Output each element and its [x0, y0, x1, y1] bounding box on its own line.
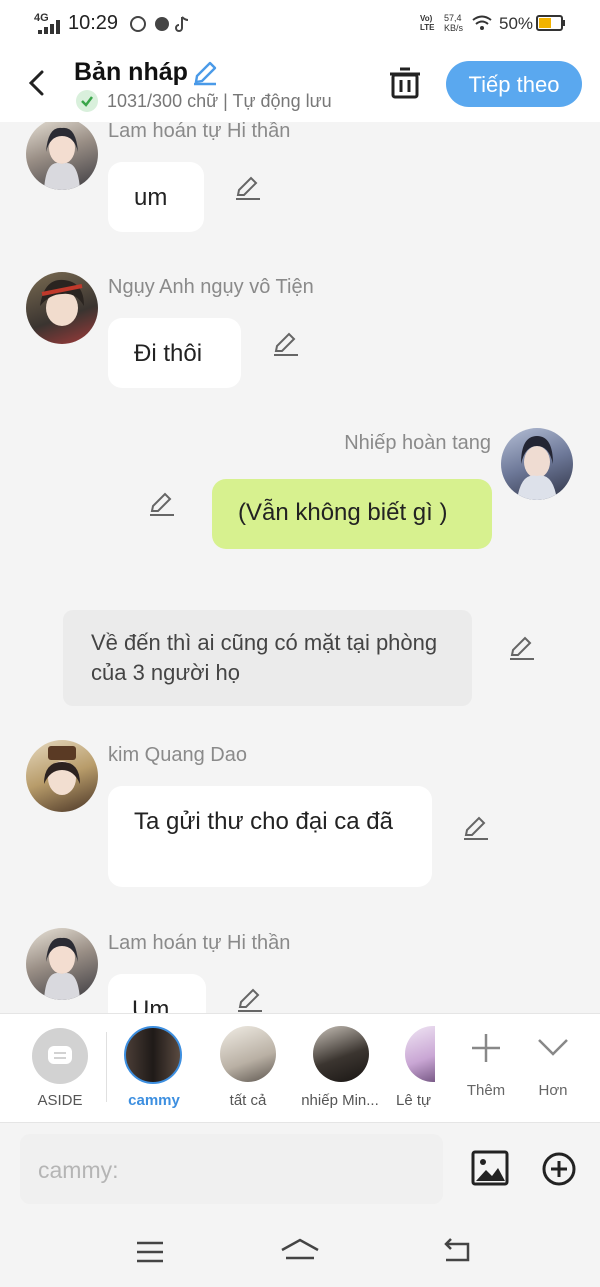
character-label: Lê tự [396, 1092, 432, 1109]
autosave-check-icon [76, 90, 98, 112]
image-icon[interactable] [471, 1150, 509, 1186]
battery-icon [536, 15, 565, 31]
character-label: nhiếp Min... [301, 1092, 379, 1109]
home-icon[interactable] [280, 1238, 320, 1264]
avatar[interactable] [26, 928, 98, 1000]
message-text: Đi thôi [134, 340, 203, 367]
battery-percent: 50% [499, 14, 534, 33]
narration-text: Về đến thì ai cũng có mặt tại phòng của … [91, 630, 438, 685]
add-character-label[interactable]: Thêm [456, 1082, 516, 1099]
message-text: um [134, 184, 168, 211]
edit-message-icon[interactable] [234, 174, 262, 202]
character-avatar[interactable] [220, 1026, 276, 1082]
plus-circle-icon[interactable] [541, 1151, 577, 1187]
system-nav-bar [0, 1216, 600, 1287]
character-label-active: cammy [128, 1092, 180, 1109]
volte-icon: Vo) LTE [420, 14, 435, 32]
character-bar: ASIDE cammy tất cả nhiếp Min... Lê tự Th… [0, 1013, 600, 1123]
expand-label[interactable]: Hơn [523, 1082, 583, 1099]
edit-message-icon[interactable] [272, 330, 300, 358]
chevron-down-icon[interactable] [537, 1036, 569, 1058]
add-character-icon[interactable] [470, 1032, 502, 1064]
speaker-name: Lam hoán tự Hi thần [108, 932, 291, 954]
aside-avatar[interactable] [32, 1028, 88, 1084]
menu-icon[interactable] [136, 1240, 164, 1264]
clock: 10:29 [68, 12, 119, 34]
character-avatar[interactable] [405, 1026, 435, 1082]
message-bubble[interactable]: (Vẫn không biết gì ) [212, 479, 492, 549]
character-label: tất cả [229, 1092, 267, 1109]
avatar[interactable] [26, 272, 98, 344]
input-placeholder: cammy: [38, 1157, 119, 1183]
chat-area: Lam hoán tự Hi thần um Ngụy Anh ngụy vô … [0, 122, 600, 1013]
avatar[interactable] [26, 740, 98, 812]
character-label: ASIDE [37, 1092, 83, 1109]
notification-icons [130, 16, 189, 32]
net-speed-unit: KB/s [444, 23, 464, 33]
message-text: Um [132, 996, 170, 1013]
avatar[interactable] [501, 428, 573, 500]
trash-icon[interactable] [388, 66, 422, 100]
cammy-avatar[interactable] [124, 1026, 182, 1084]
signal-icon [38, 20, 60, 34]
speaker-name: Lam hoán tự Hi thần [108, 122, 291, 142]
speaker-name: kim Quang Dao [108, 744, 247, 766]
back-nav-icon[interactable] [442, 1238, 472, 1264]
message-text: Ta gửi thư cho đại ca đã [134, 808, 393, 835]
message-text: (Vẫn không biết gì ) [238, 499, 448, 526]
back-icon[interactable] [26, 70, 48, 96]
message-bubble[interactable]: Um [108, 974, 206, 1013]
next-button[interactable]: Tiếp theo [446, 61, 582, 107]
net-speed-value: 57,4 [444, 13, 462, 23]
speaker-name: Ngụy Anh ngụy vô Tiện [108, 276, 314, 298]
edit-title-icon[interactable] [192, 60, 218, 86]
message-bubble[interactable]: Ta gửi thư cho đại ca đã [108, 786, 432, 887]
message-bubble[interactable]: Đi thôi [108, 318, 241, 388]
edit-message-icon[interactable] [462, 814, 490, 842]
message-bubble[interactable]: um [108, 162, 204, 232]
edit-message-icon[interactable] [508, 634, 536, 662]
edit-message-icon[interactable] [148, 490, 176, 518]
page-title: Bản nháp [74, 58, 188, 86]
speaker-name: Nhiếp hoàn tang [344, 432, 491, 454]
edit-message-icon[interactable] [236, 986, 264, 1013]
net-speed: 57,4 KB/s [444, 13, 468, 33]
word-count-status: 1031/300 chữ | Tự động lưu [107, 91, 332, 111]
wifi-icon [472, 15, 492, 30]
status-bar: 4G 10:29 Vo) LTE 57,4 KB/s 50% [0, 0, 600, 48]
narration-bubble[interactable]: Về đến thì ai cũng có mặt tại phòng của … [63, 610, 472, 706]
character-avatar[interactable] [313, 1026, 369, 1082]
avatar[interactable] [26, 122, 98, 190]
